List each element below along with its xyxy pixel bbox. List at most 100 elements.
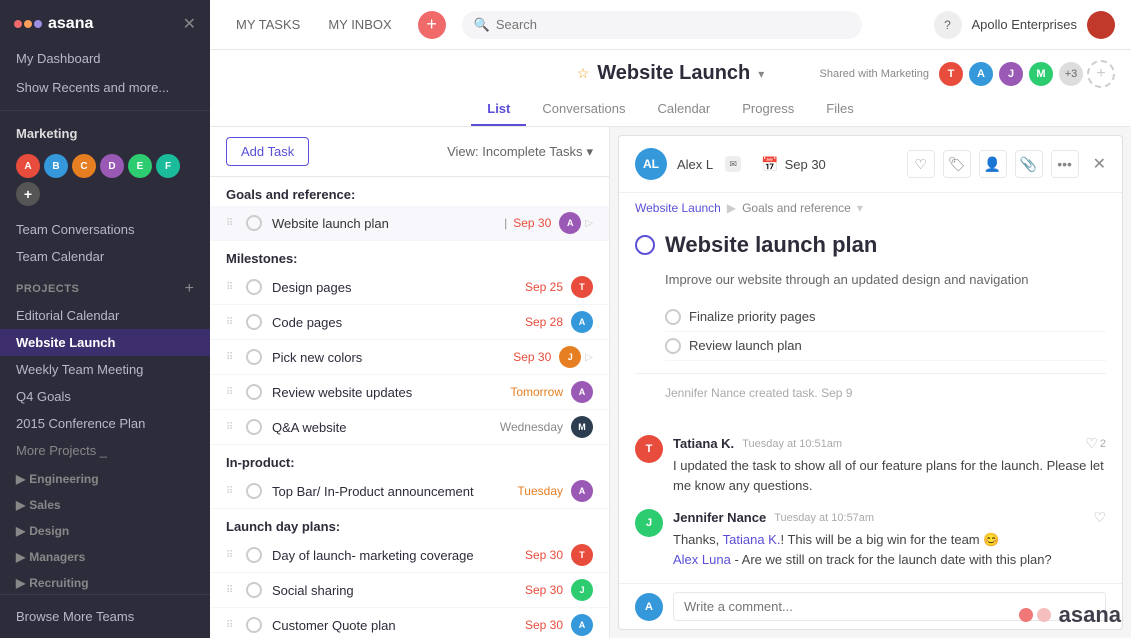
tab-calendar[interactable]: Calendar [641,93,726,126]
add-task-button[interactable]: Add Task [226,137,309,166]
help-button[interactable]: ? [934,11,962,39]
mention-tatiana[interactable]: Tatiana K. [723,532,781,547]
subtask-row[interactable]: Review launch plan [665,332,1106,361]
user-avatar[interactable] [1087,11,1115,39]
sidebar-group-sales[interactable]: ▶ Sales [0,490,210,516]
like-count-1: 2 [1100,438,1106,450]
breadcrumb-parent[interactable]: Website Launch [635,201,721,215]
sidebar-item-q4-goals[interactable]: Q4 Goals [0,383,210,410]
projects-add-button[interactable]: + [185,280,194,298]
comment-header-2: Jennifer Nance Tuesday at 10:57am ♡ [673,509,1106,526]
tab-progress[interactable]: Progress [726,93,810,126]
my-inbox-link[interactable]: MY INBOX [318,11,401,38]
tab-files[interactable]: Files [810,93,869,126]
task-row[interactable]: ⠿ Website launch plan | Sep 30 A ▷ [210,206,609,241]
task-checkbox[interactable] [246,547,262,563]
expand-icon[interactable]: ▷ [585,218,593,229]
assignee-badge-icon: ✉ [725,156,741,172]
more-action-button[interactable]: ••• [1051,150,1079,178]
project-avatar-add-button[interactable]: + [1087,60,1115,88]
sidebar-item-website-launch[interactable]: Website Launch [0,329,210,356]
sidebar-item-show-recents[interactable]: Show Recents and more... [0,73,210,102]
task-row[interactable]: ⠿ Code pages Sep 28 A [210,305,609,340]
mention-alex[interactable]: Alex Luna [673,552,731,567]
like-button-2[interactable]: ♡ [1093,509,1106,526]
project-dropdown-icon[interactable]: ▾ [758,67,764,81]
comment-author-1: Tatiana K. [673,436,734,451]
view-select[interactable]: View: Incomplete Tasks ▾ [447,144,593,160]
detail-subtasks: Finalize priority pages Review launch pl… [635,303,1106,361]
task-row[interactable]: ⠿ Top Bar/ In-Product announcement Tuesd… [210,474,609,509]
comment-body-2: Jennifer Nance Tuesday at 10:57am ♡ Than… [673,509,1106,569]
sidebar-group-design[interactable]: ▶ Design [0,516,210,542]
drag-handle-icon: ⠿ [226,387,233,398]
project-star-icon[interactable]: ☆ [577,65,590,82]
followers-action-button[interactable]: 👤 [979,150,1007,178]
org-name: Apollo Enterprises [972,17,1078,32]
like-button-1[interactable]: ♡ [1085,435,1098,452]
task-list-scroll[interactable]: Goals and reference: ⠿ Website launch pl… [210,177,609,638]
task-checkbox[interactable] [246,617,262,633]
breadcrumb: Website Launch ▶ Goals and reference ▾ [619,193,1122,223]
subtask-checkbox[interactable] [665,309,681,325]
tag-action-button[interactable]: 🏷 [943,150,971,178]
comment-author-2: Jennifer Nance [673,510,766,525]
my-tasks-link[interactable]: MY TASKS [226,11,310,38]
expand-icon[interactable]: ▷ [585,352,593,363]
task-avatar: J [571,579,593,601]
team-avatar-1: A [16,154,40,178]
team-avatar-add[interactable]: + [16,182,40,206]
task-row[interactable]: ⠿ Design pages Sep 25 T [210,270,609,305]
sidebar-group-engineering[interactable]: ▶ Engineering [0,464,210,490]
sidebar-item-2015-conference-plan[interactable]: 2015 Conference Plan [0,410,210,437]
sidebar-close-button[interactable]: ✕ [183,14,196,34]
attach-action-button[interactable]: 📎 [1015,150,1043,178]
sidebar-item-browse-teams[interactable]: Browse More Teams [0,603,210,630]
tab-list[interactable]: List [471,93,526,126]
detail-comments: T Tatiana K. Tuesday at 10:51am ♡ 2 I up… [619,435,1122,583]
sidebar-item-editorial-calendar[interactable]: Editorial Calendar [0,302,210,329]
comment-text-1: I updated the task to show all of our fe… [673,456,1106,495]
task-row[interactable]: ⠿ Customer Quote plan Sep 30 A [210,608,609,638]
task-checkbox[interactable] [246,349,262,365]
detail-close-button[interactable]: ✕ [1093,154,1106,174]
detail-complete-button[interactable] [635,235,655,255]
calendar-icon: 📅 [761,156,778,173]
sidebar-item-my-dashboard[interactable]: My Dashboard [0,44,210,73]
comment-row: T Tatiana K. Tuesday at 10:51am ♡ 2 I up… [635,435,1106,495]
like-action-button[interactable]: ♡ [907,150,935,178]
task-row[interactable]: ⠿ Q&A website Wednesday M [210,410,609,445]
task-checkbox[interactable] [246,483,262,499]
breadcrumb-section[interactable]: Goals and reference [742,201,851,215]
add-button[interactable]: + [418,11,446,39]
search-input[interactable] [496,17,850,32]
task-checkbox[interactable] [246,279,262,295]
task-row[interactable]: ⠿ Pick new colors Sep 30 J ▷ [210,340,609,375]
sidebar-item-more-projects[interactable]: More Projects _ [0,437,210,464]
sidebar-team-marketing[interactable]: Marketing [0,119,210,148]
task-date: Sep 30 [525,583,563,597]
tab-conversations[interactable]: Conversations [526,93,641,126]
sidebar-item-team-calendar[interactable]: Team Calendar [0,243,210,270]
task-checkbox[interactable] [246,384,262,400]
logo-circle-orange [24,20,32,28]
sidebar-group-recruiting[interactable]: ▶ Recruiting [0,568,210,594]
task-checkbox[interactable] [246,314,262,330]
subtask-row[interactable]: Finalize priority pages [665,303,1106,332]
task-checkbox[interactable] [246,215,262,231]
shared-label: Shared with Marketing [820,68,929,80]
sidebar-group-managers[interactable]: ▶ Managers [0,542,210,568]
subtask-checkbox[interactable] [665,338,681,354]
task-row[interactable]: ⠿ Review website updates Tomorrow A [210,375,609,410]
task-row[interactable]: ⠿ Day of launch- marketing coverage Sep … [210,538,609,573]
project-avatar-4: M [1027,60,1055,88]
search-bar: 🔍 [462,11,862,39]
divider [635,373,1106,374]
sidebar-item-team-conversations[interactable]: Team Conversations [0,216,210,243]
drag-handle-icon: ⠿ [226,585,233,596]
task-row[interactable]: ⠿ Social sharing Sep 30 J [210,573,609,608]
task-checkbox[interactable] [246,419,262,435]
sidebar-item-weekly-team-meeting[interactable]: Weekly Team Meeting [0,356,210,383]
team-avatars: A B C D E F + [16,154,194,206]
task-checkbox[interactable] [246,582,262,598]
